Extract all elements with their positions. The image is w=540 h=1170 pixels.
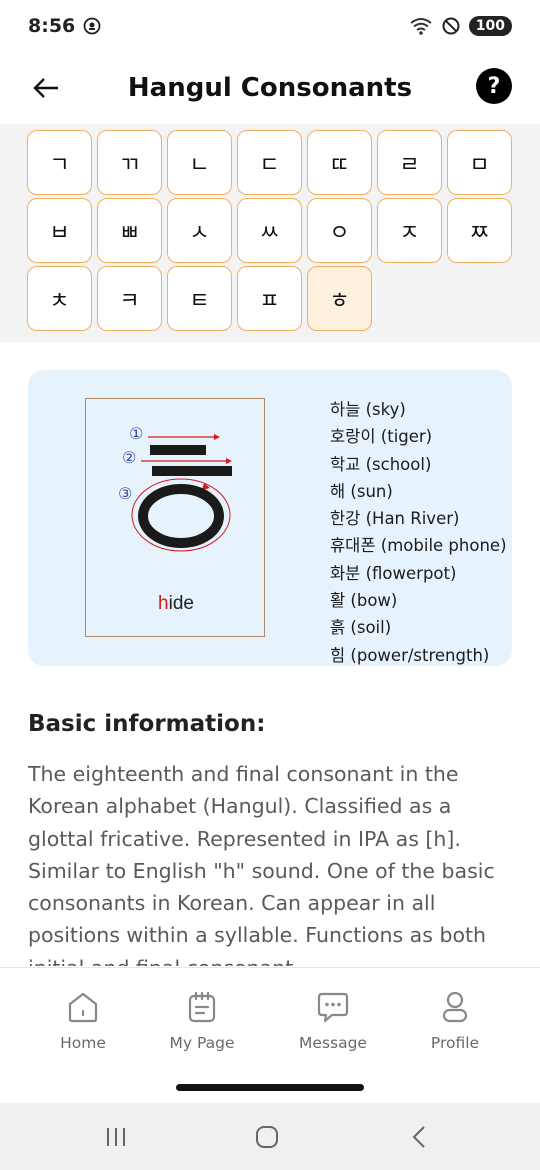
example-word: 흙 (soil): [330, 618, 392, 638]
home-icon: [68, 992, 98, 1023]
stroke-order-diagram: ① ② ③ hide: [85, 398, 265, 637]
example-word: 한강 (Han River): [330, 509, 460, 529]
nav-profile-label: Profile: [430, 1034, 480, 1052]
consonant-button[interactable]: ㅁ: [447, 130, 512, 195]
help-button[interactable]: ?: [476, 68, 512, 104]
word-rest: ide: [168, 593, 194, 614]
status-right: 100: [409, 16, 512, 36]
consonant-grid: ㄱㄲㄴㄷㄸㄹㅁㅂㅃㅅㅆㅇㅈㅉㅊㅋㅌㅍㅎ: [27, 130, 540, 331]
system-nav-bar: [0, 1103, 540, 1170]
consonant-button[interactable]: ㄹ: [377, 130, 442, 195]
nav-my-page-label: My Page: [169, 1034, 235, 1052]
nav-home[interactable]: Home: [28, 990, 138, 1052]
consonant-button[interactable]: ㅌ: [167, 266, 232, 331]
consonant-button[interactable]: ㄱ: [27, 130, 92, 195]
gesture-bar[interactable]: [176, 1084, 364, 1091]
stroke-example-word: hide: [86, 593, 266, 615]
stroke-number-3: ③: [118, 484, 132, 503]
question-circle-icon: ?: [487, 73, 501, 99]
wifi-icon: [410, 18, 432, 35]
example-words-list: 하늘 (sky) 호랑이 (tiger) 학교 (school) 해 (sun) 한강 …: [330, 396, 507, 669]
consonant-grid-area: ㄱㄲㄴㄷㄸㄹㅁㅂㅃㅅㅆㅇㅈㅉㅊㅋㅌㅍㅎ: [0, 124, 540, 342]
example-word: 하늘 (sky): [330, 400, 406, 419]
nav-profile[interactable]: Profile: [400, 990, 510, 1052]
status-left: 8:56: [28, 15, 101, 37]
stroke-3: [138, 484, 224, 548]
consonant-button[interactable]: ㅈ: [377, 198, 442, 263]
nav-message-label: Message: [299, 1034, 367, 1052]
nav-home-label: Home: [60, 1034, 106, 1052]
stroke-2: [152, 466, 232, 476]
consonant-button[interactable]: ㅎ: [307, 266, 372, 331]
nav-message[interactable]: Message: [278, 990, 388, 1052]
stroke-number-1: ①: [129, 424, 143, 443]
consonant-button[interactable]: ㅂ: [27, 198, 92, 263]
recent-apps-icon: [107, 1128, 125, 1146]
consonant-button[interactable]: ㅋ: [97, 266, 162, 331]
info-text: The eighteenth and final consonant in th…: [28, 762, 495, 966]
info-heading: Basic information:: [28, 711, 266, 737]
consonant-button[interactable]: ㄸ: [307, 130, 372, 195]
back-system-button[interactable]: [399, 1123, 439, 1151]
app-bar: Hangul Consonants ?: [0, 52, 540, 124]
bottom-nav: Home My Page Message Profile: [0, 967, 540, 1103]
person-icon: [442, 991, 468, 1023]
nav-my-page[interactable]: My Page: [147, 990, 257, 1052]
consonant-button[interactable]: ㄴ: [167, 130, 232, 195]
notification-icon: [83, 17, 101, 35]
home-square-icon: [256, 1126, 278, 1148]
do-not-disturb-icon: [442, 17, 460, 35]
consonant-button[interactable]: ㅊ: [27, 266, 92, 331]
stroke-arrowhead-2: [226, 458, 232, 464]
consonant-button[interactable]: ㅍ: [237, 266, 302, 331]
chat-bubble-icon: [317, 992, 349, 1023]
example-word: 힘 (power/strength): [330, 645, 490, 665]
example-word: 활 (bow): [330, 591, 398, 611]
home-system-button[interactable]: [247, 1123, 287, 1151]
chevron-left-icon: [412, 1126, 425, 1148]
consonant-button[interactable]: ㄲ: [97, 130, 162, 195]
status-time: 8:56: [28, 15, 76, 37]
back-button[interactable]: [26, 68, 66, 108]
consonant-button[interactable]: ㅇ: [307, 198, 372, 263]
page-title: Hangul Consonants: [127, 73, 413, 103]
stroke-1: [150, 445, 206, 455]
consonant-button[interactable]: ㅅ: [167, 198, 232, 263]
example-word: 해 (sun): [330, 481, 393, 501]
notepad-icon: [188, 991, 216, 1023]
recent-apps-button[interactable]: [96, 1123, 136, 1151]
consonant-button[interactable]: ㅆ: [237, 198, 302, 263]
status-bar: 8:56 100: [0, 0, 540, 52]
consonant-detail-card: ① ② ③ hide 하늘 (sky) 호랑이 (tiger) 학교 (school…: [28, 370, 512, 666]
stroke-arrowhead-1: [214, 434, 220, 440]
example-word: 휴대폰 (mobile phone): [330, 536, 507, 556]
example-word: 호랑이 (tiger): [330, 427, 433, 447]
battery-badge: 100: [468, 16, 512, 36]
consonant-button[interactable]: ㅉ: [447, 198, 512, 263]
stroke-number-2: ②: [122, 448, 136, 467]
consonant-button[interactable]: ㅃ: [97, 198, 162, 263]
stroke-order-svg: ① ② ③: [118, 424, 232, 552]
word-highlight: h: [158, 593, 169, 614]
consonant-button[interactable]: ㄷ: [237, 130, 302, 195]
example-word: 학교 (school): [330, 454, 432, 474]
example-word: 화분 (flowerpot): [330, 563, 457, 583]
arrow-left-icon: [33, 78, 58, 98]
